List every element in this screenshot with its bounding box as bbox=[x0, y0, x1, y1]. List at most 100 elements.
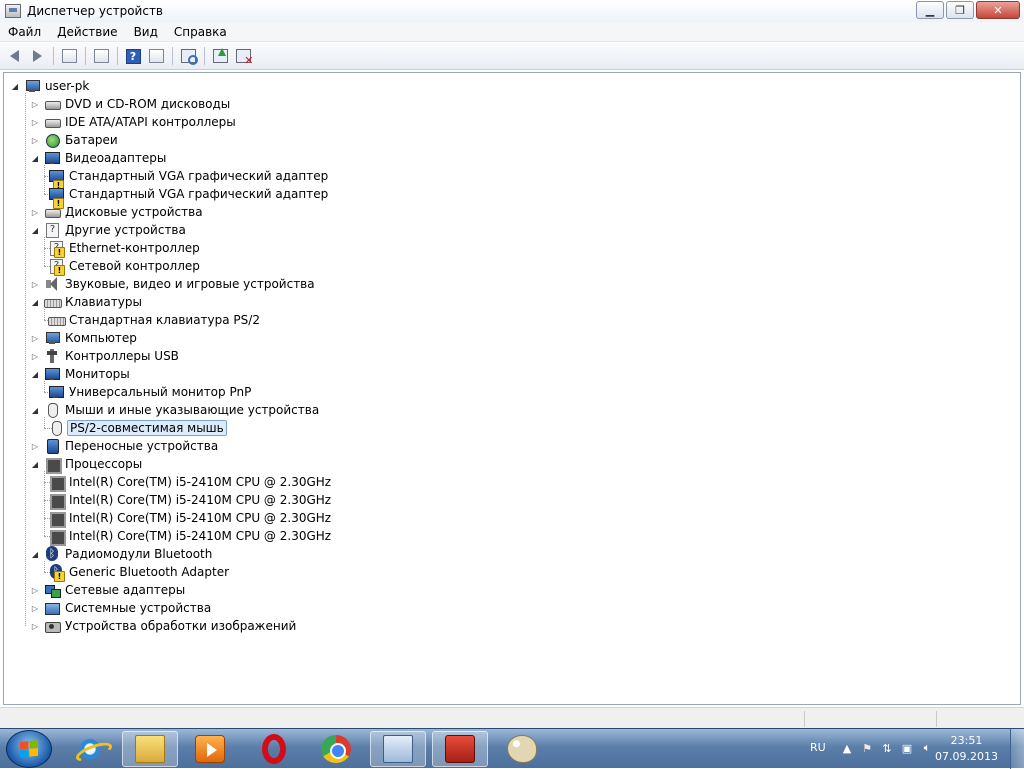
scan-hardware-button[interactable] bbox=[177, 46, 199, 67]
show-desktop-button[interactable] bbox=[1010, 729, 1024, 769]
expand-arrow-icon[interactable]: ▷ bbox=[30, 585, 40, 595]
menu-help[interactable]: Справка bbox=[166, 25, 235, 39]
display-adapter-warning-icon bbox=[48, 186, 64, 209]
device-label: Generic Bluetooth Adapter bbox=[69, 565, 230, 579]
device-item[interactable]: Стандартный VGA графический адаптер bbox=[48, 185, 330, 209]
device-category[interactable]: ▷ IDE ATA/ATAPI контроллеры bbox=[30, 113, 238, 131]
show-hidden-icons-arrow-icon[interactable]: ▲ bbox=[840, 741, 854, 755]
back-button[interactable] bbox=[3, 46, 25, 67]
start-button[interactable] bbox=[6, 730, 52, 768]
collapse-arrow-icon[interactable]: ◢ bbox=[10, 81, 20, 91]
clock[interactable]: 23:51 07.09.2013 bbox=[935, 733, 998, 765]
expand-arrow-icon[interactable]: ▷ bbox=[30, 99, 40, 109]
device-category[interactable]: ▷ Контроллеры USB bbox=[30, 347, 181, 365]
device-item[interactable]: Intel(R) Core(TM) i5-2410M CPU @ 2.30GHz bbox=[48, 509, 333, 528]
taskbar-internet-explorer[interactable] bbox=[62, 731, 118, 767]
expand-arrow-icon[interactable]: ▷ bbox=[30, 333, 40, 343]
show-hide-tree-button[interactable] bbox=[58, 46, 80, 67]
device-item[interactable]: Intel(R) Core(TM) i5-2410M CPU @ 2.30GHz bbox=[48, 473, 333, 492]
update-driver-button[interactable] bbox=[209, 46, 231, 67]
forward-button[interactable] bbox=[26, 46, 48, 67]
expand-arrow-icon[interactable]: ▷ bbox=[30, 441, 40, 451]
menu-file[interactable]: Файл bbox=[0, 25, 49, 39]
device-category[interactable]: ▷ Системные устройства bbox=[30, 599, 213, 617]
volume-icon[interactable]: 🔈︎ bbox=[920, 741, 934, 755]
expand-arrow-icon[interactable]: ▷ bbox=[30, 621, 40, 631]
usb-safe-remove-icon[interactable]: ▣ bbox=[900, 741, 914, 755]
device-item[interactable]: Сетевой контроллер bbox=[48, 257, 202, 276]
collapse-arrow-icon[interactable]: ◢ bbox=[30, 225, 40, 235]
tree-guide-line bbox=[44, 165, 45, 194]
device-category[interactable]: ▷ Звуковые, видео и игровые устройства bbox=[30, 275, 317, 293]
menu-action[interactable]: Действие bbox=[49, 25, 125, 39]
language-indicator[interactable]: RU bbox=[810, 741, 826, 754]
device-category[interactable]: ◢ Процессоры bbox=[30, 455, 144, 474]
menu-view[interactable]: Вид bbox=[126, 25, 166, 39]
taskbar-media-player[interactable] bbox=[182, 731, 238, 767]
keyboard-icon bbox=[44, 294, 62, 310]
action-center-icon[interactable]: ⚑ bbox=[860, 741, 874, 755]
network-icon[interactable]: ⇅ bbox=[880, 741, 894, 755]
collapse-arrow-icon[interactable]: ◢ bbox=[30, 153, 40, 163]
device-item[interactable]: Стандартная клавиатура PS/2 bbox=[48, 311, 262, 329]
maximize-button[interactable]: ❐ bbox=[946, 1, 974, 19]
device-label: Устройства обработки изображений bbox=[65, 619, 297, 633]
device-category[interactable]: ◢ Мыши и иные указывающие устройства bbox=[30, 401, 321, 419]
taskbar-chrome[interactable] bbox=[308, 731, 364, 767]
close-button[interactable]: ✕ bbox=[976, 1, 1020, 19]
taskbar-paint[interactable] bbox=[494, 731, 550, 767]
device-category[interactable]: ▷ Дисковые устройства bbox=[30, 203, 205, 221]
device-item[interactable]: Универсальный монитор PnP bbox=[48, 383, 253, 401]
collapse-arrow-icon[interactable]: ◢ bbox=[30, 297, 40, 307]
device-category[interactable]: ▷ Батареи bbox=[30, 131, 120, 149]
device-item[interactable]: Ethernet-контроллер bbox=[48, 239, 202, 258]
device-item[interactable]: PS/2-совместимая мышь bbox=[48, 419, 227, 437]
device-category[interactable]: ◢ Радиомодули Bluetooth bbox=[30, 545, 214, 563]
device-category[interactable]: ▷ Переносные устройства bbox=[30, 437, 220, 455]
tree-root[interactable]: ◢ user-pk bbox=[10, 77, 91, 95]
taskbar-toolbox[interactable] bbox=[432, 731, 488, 767]
device-category[interactable]: ▷ Устройства обработки изображений bbox=[30, 617, 298, 635]
battery-icon bbox=[44, 132, 60, 148]
action-pane-button[interactable] bbox=[145, 46, 167, 67]
device-category[interactable]: ◢ Клавиатуры bbox=[30, 293, 144, 311]
device-label: PS/2-совместимая мышь bbox=[67, 420, 227, 436]
title-bar: Диспетчер устройств ▁ ❐ ✕ bbox=[0, 0, 1024, 22]
device-item[interactable]: Intel(R) Core(TM) i5-2410M CPU @ 2.30GHz bbox=[48, 527, 333, 546]
device-category[interactable]: ◢ Мониторы bbox=[30, 365, 132, 383]
expand-arrow-icon[interactable]: ▷ bbox=[30, 135, 40, 145]
properties-button[interactable] bbox=[90, 46, 112, 67]
device-category[interactable]: ◢ Видеоадаптеры bbox=[30, 149, 168, 167]
status-divider bbox=[804, 711, 805, 727]
device-item[interactable]: Generic Bluetooth Adapter bbox=[48, 563, 231, 582]
device-category[interactable]: ◢ Другие устройства bbox=[30, 221, 188, 239]
device-item[interactable]: Стандартный VGA графический адаптер bbox=[48, 167, 330, 191]
collapse-arrow-icon[interactable]: ◢ bbox=[30, 369, 40, 379]
uninstall-button[interactable] bbox=[232, 46, 254, 67]
tree-root-label: user-pk bbox=[45, 79, 90, 93]
device-category[interactable]: ▷ DVD и CD-ROM дисководы bbox=[30, 95, 232, 113]
expand-arrow-icon[interactable]: ▷ bbox=[30, 207, 40, 217]
collapse-arrow-icon[interactable]: ◢ bbox=[30, 405, 40, 415]
expand-arrow-icon[interactable]: ▷ bbox=[30, 351, 40, 361]
taskbar-explorer[interactable] bbox=[122, 731, 178, 767]
tree-guide-line bbox=[44, 561, 45, 572]
taskbar-opera[interactable] bbox=[246, 731, 302, 767]
device-label: DVD и CD-ROM дисководы bbox=[65, 97, 231, 111]
device-item[interactable]: Intel(R) Core(TM) i5-2410M CPU @ 2.30GHz bbox=[48, 491, 333, 510]
help-button[interactable]: ? bbox=[122, 46, 144, 67]
expand-arrow-icon[interactable]: ▷ bbox=[30, 279, 40, 289]
device-label: Мониторы bbox=[65, 367, 130, 381]
taskbar-device-manager[interactable] bbox=[370, 731, 426, 767]
expand-arrow-icon[interactable]: ▷ bbox=[30, 117, 40, 127]
expand-arrow-icon[interactable]: ▷ bbox=[30, 603, 40, 613]
device-category[interactable]: ▷ Компьютер bbox=[30, 329, 139, 347]
device-tree[interactable]: ◢ user-pk ▷ DVD и CD-ROM дисководы ▷ IDE AT… bbox=[3, 72, 1021, 705]
device-category[interactable]: ▷ Сетевые адаптеры bbox=[30, 581, 187, 599]
collapse-arrow-icon[interactable]: ◢ bbox=[30, 459, 40, 469]
device-label: Ethernet-контроллер bbox=[69, 241, 200, 255]
show-hide-tree-icon bbox=[61, 49, 77, 63]
minimize-button[interactable]: ▁ bbox=[916, 1, 944, 19]
computer-icon bbox=[24, 78, 40, 94]
collapse-arrow-icon[interactable]: ◢ bbox=[30, 549, 40, 559]
